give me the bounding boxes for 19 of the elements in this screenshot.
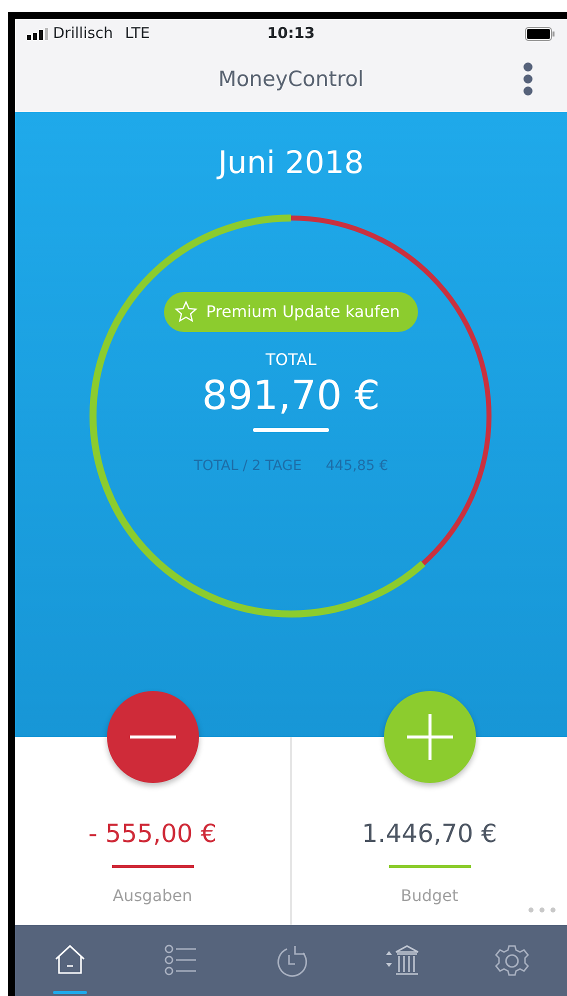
status-time: 10:13 — [266, 23, 316, 44]
total-amount: 891,70 € — [202, 372, 380, 420]
card-label: Budget — [400, 884, 458, 906]
total-label: TOTAL — [266, 349, 316, 371]
carrier-name: Drillisch — [53, 23, 113, 44]
app-title: MoneyControl — [218, 66, 364, 94]
signal-icon — [27, 28, 49, 40]
battery-icon — [525, 26, 555, 40]
card-label: Ausgaben — [112, 884, 192, 906]
more-menu-icon[interactable] — [522, 62, 534, 96]
minus-icon — [128, 735, 178, 739]
plus-icon — [404, 712, 454, 762]
premium-button[interactable]: Premium Update kaufen — [164, 292, 418, 332]
star-icon — [174, 300, 198, 324]
card-amount: 1.446,70 € — [362, 818, 498, 850]
settings-icon — [494, 942, 530, 978]
network-type: LTE — [124, 23, 150, 44]
card-amount: - 555,00 € — [88, 818, 217, 850]
month-title: Juni 2018 — [216, 144, 365, 183]
